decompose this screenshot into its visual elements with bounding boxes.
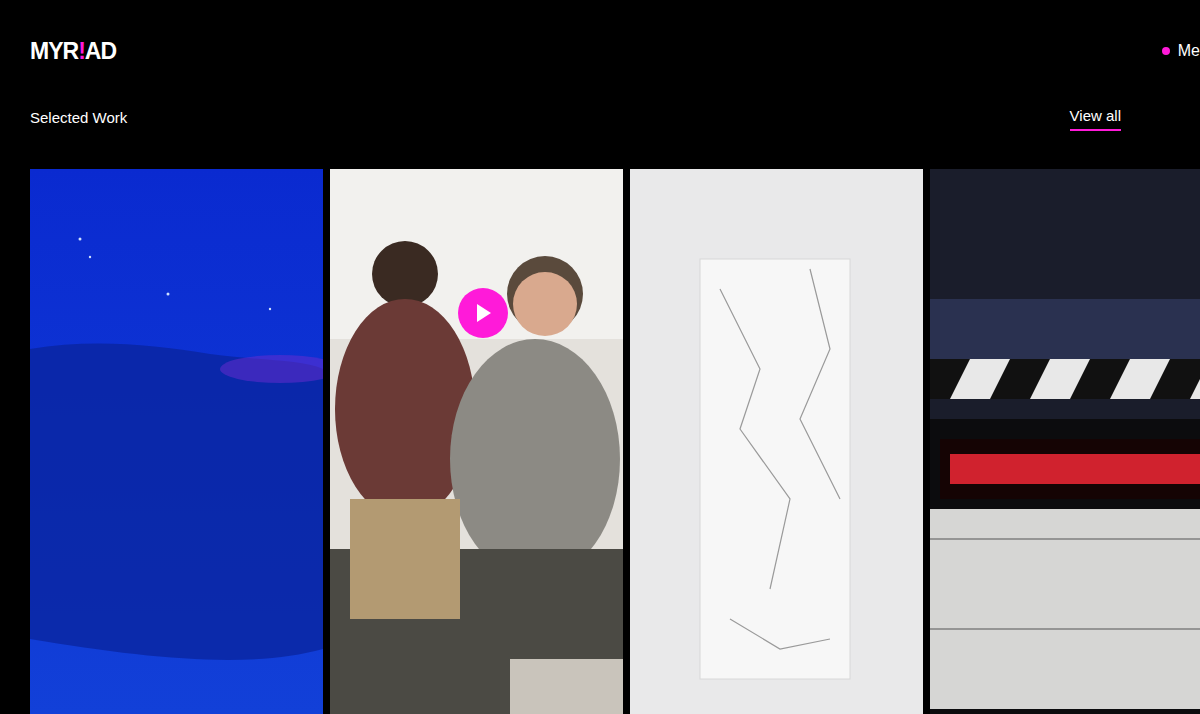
work-grid [0, 169, 1200, 714]
section-header: Selected Work View all [0, 102, 1200, 134]
work-tile[interactable] [630, 169, 923, 714]
work-image [330, 169, 623, 714]
view-all-link[interactable]: View all [1070, 105, 1121, 131]
work-kind [630, 169, 923, 714]
menu-label[interactable]: Me [1178, 43, 1200, 59]
menu-dot-icon [1162, 47, 1170, 55]
work-kind [330, 169, 623, 714]
work-image [30, 169, 323, 714]
work-image [930, 169, 1200, 714]
work-kind [930, 169, 1200, 714]
section-title: Selected Work [30, 107, 127, 130]
nav-menu[interactable]: Me [1162, 43, 1200, 59]
logo[interactable]: MYR!AD [30, 40, 116, 63]
work-kind [30, 169, 323, 714]
work-tile[interactable] [30, 169, 323, 714]
work-image [630, 169, 923, 714]
logo-part: AD [85, 40, 116, 63]
play-icon[interactable] [458, 288, 508, 338]
header: MYR!AD Me [0, 0, 1200, 102]
logo-part: ! [78, 40, 85, 63]
work-tile[interactable] [930, 169, 1200, 714]
logo-part: MYR [30, 40, 78, 63]
work-tile[interactable] [330, 169, 623, 714]
